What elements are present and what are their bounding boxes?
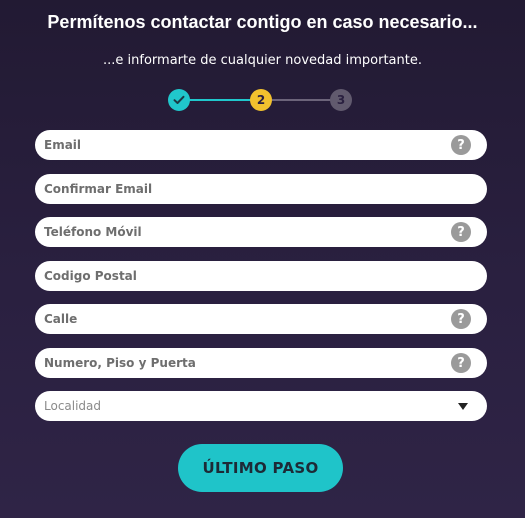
help-icon[interactable]: ? (451, 135, 471, 155)
email-field: ? (35, 130, 487, 160)
number-floor-door-field: ? (35, 348, 487, 378)
phone-field: ? (35, 217, 487, 247)
last-step-button[interactable]: ÚLTIMO PASO (178, 444, 343, 492)
street-input[interactable] (44, 304, 424, 334)
progress-stepper: 2 3 (168, 88, 354, 112)
step-1-completed (168, 89, 190, 111)
phone-input[interactable] (44, 217, 424, 247)
postal-code-input[interactable] (44, 261, 424, 291)
help-icon[interactable]: ? (451, 353, 471, 373)
check-icon (173, 95, 185, 104)
page-subtitle: ...e informarte de cualquier novedad imp… (103, 53, 422, 68)
street-field: ? (35, 304, 487, 334)
page-title: Permítenos contactar contigo en caso nec… (47, 12, 478, 32)
help-icon[interactable]: ? (451, 309, 471, 329)
step-3-pending: 3 (330, 89, 352, 111)
locality-select-value: Localidad (44, 399, 102, 413)
help-icon[interactable]: ? (451, 222, 471, 242)
confirm-email-field (35, 174, 487, 204)
number-floor-door-input[interactable] (44, 348, 424, 378)
postal-code-field (35, 261, 487, 291)
caret-down-icon (458, 403, 468, 410)
email-input[interactable] (44, 130, 424, 160)
confirm-email-input[interactable] (44, 174, 424, 204)
step-2-active: 2 (250, 89, 272, 111)
locality-select[interactable]: Localidad (35, 391, 487, 421)
